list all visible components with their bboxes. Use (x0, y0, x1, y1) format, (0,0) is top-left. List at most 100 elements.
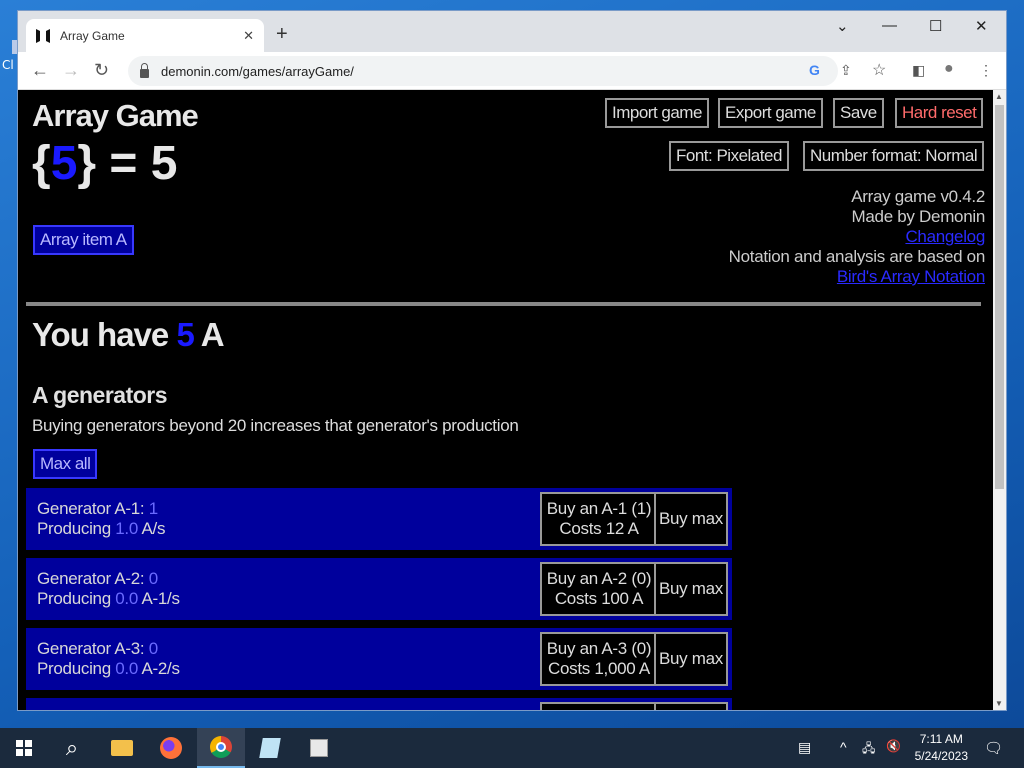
game-info: Array game v0.4.2 Made by Demonin Change… (728, 187, 986, 287)
tab-close-icon[interactable]: ✕ (243, 28, 254, 44)
max-all-button[interactable]: Max all (33, 449, 98, 479)
notation-note: Notation and analysis are based on (728, 247, 986, 266)
production-unit: A/s (138, 519, 166, 538)
tab-array-game[interactable]: Array Game ✕ (26, 19, 264, 52)
generator-row-partial (26, 698, 732, 710)
clock-date: 5/24/2023 (914, 749, 968, 763)
firefox-button[interactable] (147, 728, 195, 768)
chrome-button[interactable] (197, 728, 245, 768)
birds-array-notation-link[interactable]: Bird's Array Notation (729, 267, 985, 287)
url-text[interactable]: demonin.com/games/arrayGame/ (161, 64, 354, 79)
cost-label: Costs 12 A (559, 519, 639, 538)
producing-label: Producing (37, 589, 116, 608)
notepad-icon (259, 738, 281, 758)
buy-max-a3-button[interactable]: Buy max (654, 632, 728, 686)
desktop-shortcut-label[interactable]: Cl (2, 58, 14, 72)
generator-row: Generator A-2: 0 Producing 0.0 A-1/s Buy… (26, 558, 732, 620)
back-button[interactable]: ← (31, 60, 49, 81)
page-scrollbar[interactable]: ▲ ▼ (993, 90, 1006, 710)
notepad-button[interactable] (246, 728, 294, 768)
scroll-down-arrow-icon[interactable]: ▼ (995, 699, 1003, 708)
generator-info: Generator A-3: 0 Producing 0.0 A-2/s (37, 639, 180, 679)
generator-row: Generator A-3: 0 Producing 0.0 A-2/s Buy… (26, 628, 732, 690)
buy-max-a1-button[interactable]: Buy max (654, 492, 728, 546)
package-button[interactable] (295, 728, 343, 768)
import-game-button[interactable]: Import game (605, 98, 709, 128)
cost-label: Costs 1,000 A (548, 659, 650, 678)
generators-heading: A generators (32, 382, 168, 408)
version-text: Array game v0.4.2 (851, 187, 985, 206)
equation-result: } = 5 (77, 137, 178, 190)
buy-max-a2-button[interactable]: Buy max (654, 562, 728, 616)
forward-button[interactable]: → (62, 60, 80, 81)
browser-menu-icon[interactable]: ⋮ (979, 62, 993, 79)
equation-open-brace: { (32, 137, 51, 190)
chrome-icon (210, 736, 232, 758)
news-icon[interactable]: ▤ (798, 739, 811, 756)
lock-icon[interactable] (140, 62, 149, 78)
tab-title: Array Game (60, 28, 125, 43)
font-toggle-button[interactable]: Font: Pixelated (669, 141, 789, 171)
browser-window: Array Game ✕ + ⌄ — ☐ ✕ ← → ↻ demonin.com… (18, 11, 1006, 710)
browser-toolbar: ← → ↻ demonin.com/games/arrayGame/ G ⇪ ☆… (18, 52, 1006, 90)
production-unit: A-2/s (138, 659, 180, 678)
clock[interactable]: 7:11 AM 5/24/2023 (915, 731, 968, 765)
array-favicon-icon (36, 28, 50, 43)
generator-count: 0 (148, 639, 158, 658)
array-item-a-button[interactable]: Array item A (33, 225, 134, 255)
firefox-icon (160, 737, 182, 759)
maximize-button[interactable]: ☐ (929, 17, 942, 35)
search-icon[interactable]: ⌕ (48, 728, 96, 768)
generators-note: Buying generators beyond 20 increases th… (32, 416, 519, 435)
buy-generator-button-partial[interactable] (540, 702, 658, 710)
changelog-link[interactable]: Changelog (729, 227, 985, 247)
minimize-button[interactable]: — (882, 17, 897, 34)
reload-button[interactable]: ↻ (94, 60, 109, 81)
generator-name: Generator A-2: (37, 569, 149, 588)
generator-count: 0 (148, 569, 158, 588)
resource-amount: You have 5 A (32, 316, 225, 354)
generator-count: 1 (148, 499, 158, 518)
buy-generator-a2-button[interactable]: Buy an A-2 (0) Costs 100 A (540, 562, 658, 616)
scroll-up-arrow-icon[interactable]: ▲ (995, 92, 1003, 101)
package-icon (310, 739, 328, 757)
close-window-button[interactable]: ✕ (975, 17, 988, 35)
tray-chevron-icon[interactable]: ^ (840, 739, 847, 755)
windows-logo-icon (16, 740, 32, 756)
notifications-icon[interactable]: 🗨 (984, 739, 1003, 757)
producing-label: Producing (37, 659, 116, 678)
buy-generator-a1-button[interactable]: Buy an A-1 (1) Costs 12 A (540, 492, 658, 546)
buy-max-button-partial[interactable] (654, 702, 728, 710)
array-equation: {5} = 5 (32, 136, 177, 191)
export-game-button[interactable]: Export game (718, 98, 823, 128)
you-have-prefix: You have (32, 316, 169, 353)
a-amount: 5 (176, 316, 194, 353)
side-panel-icon[interactable]: ◧ (912, 62, 925, 79)
number-format-button[interactable]: Number format: Normal (803, 141, 985, 171)
buy-label: Buy an A-2 (0) (546, 569, 652, 588)
cost-label: Costs 100 A (554, 589, 644, 608)
hard-reset-button[interactable]: Hard reset (895, 98, 984, 128)
new-tab-button[interactable]: + (276, 23, 288, 46)
volume-muted-icon[interactable]: 🔇 (886, 739, 901, 753)
scrollbar-thumb[interactable] (995, 105, 1004, 489)
save-button[interactable]: Save (833, 98, 884, 128)
generator-info: Generator A-2: 0 Producing 0.0 A-1/s (37, 569, 180, 609)
tab-search-dropdown-icon[interactable]: ⌄ (836, 17, 849, 35)
production-rate: 0.0 (115, 659, 139, 678)
address-bar[interactable]: demonin.com/games/arrayGame/ (128, 56, 838, 86)
network-icon[interactable]: 🖧 (862, 739, 875, 760)
producing-label: Producing (37, 519, 116, 538)
start-button[interactable] (0, 728, 48, 768)
clock-time: 7:11 AM (919, 732, 963, 746)
bookmark-star-icon[interactable]: ☆ (872, 60, 886, 80)
a-unit: A (200, 316, 225, 353)
buy-generator-a3-button[interactable]: Buy an A-3 (0) Costs 1,000 A (540, 632, 658, 686)
buy-label: Buy an A-3 (0) (546, 639, 652, 658)
profile-avatar-icon[interactable]: ● (944, 60, 954, 78)
production-rate: 0.0 (115, 589, 139, 608)
taskbar: ⌕ ▤ ^ 🖧 🔇 7:11 AM 5/24/2023 🗨 (0, 728, 1024, 768)
google-icon[interactable]: G (809, 62, 820, 78)
share-icon[interactable]: ⇪ (840, 62, 852, 79)
file-explorer-button[interactable] (98, 728, 146, 768)
